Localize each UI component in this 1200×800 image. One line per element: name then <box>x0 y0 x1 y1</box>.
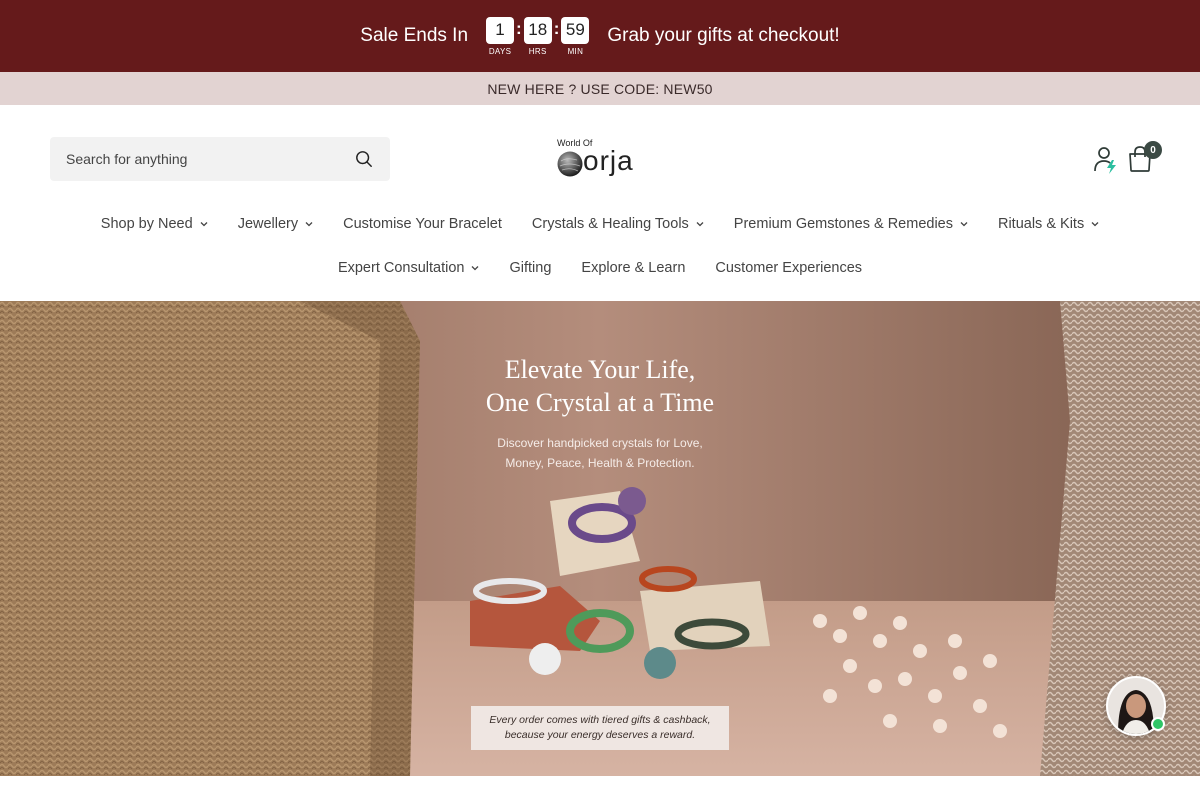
nav-label: Gifting <box>509 260 552 276</box>
nav-explore-learn[interactable]: Explore & Learn <box>581 260 685 276</box>
chevron-down-icon <box>960 220 968 228</box>
sale-countdown-bar: Sale Ends In 1 DAYS : 18 HRS : 59 MIN Gr… <box>0 0 1200 72</box>
sale-ends-label: Sale Ends In <box>360 25 469 46</box>
logo-orb-icon <box>557 151 583 177</box>
chevron-down-icon <box>696 220 704 228</box>
hero-reward-note: Every order comes with tiered gifts & ca… <box>471 706 729 750</box>
hero-note-line-1: Every order comes with tiered gifts & ca… <box>489 714 711 726</box>
sale-gift-message: Grab your gifts at checkout! <box>607 25 840 46</box>
chevron-down-icon <box>1091 220 1099 228</box>
timer-separator: : <box>553 18 560 38</box>
timer-hours-label: HRS <box>528 46 547 56</box>
nav-shop-by-need[interactable]: Shop by Need <box>101 216 208 232</box>
nav-label: Shop by Need <box>100 216 193 232</box>
online-status-indicator <box>1151 717 1165 731</box>
site-header: World Of orja 0 Shop by Need Jewellery <box>0 105 1200 301</box>
nav-customise-bracelet[interactable]: Customise Your Bracelet <box>343 216 502 232</box>
hero-title-line-2: One Crystal at a Time <box>485 388 715 417</box>
timer-days-value: 1 <box>486 16 515 44</box>
timer-minutes-value: 59 <box>561 16 590 44</box>
timer-minutes: 59 MIN <box>561 16 590 56</box>
page-bottom-area <box>0 776 1200 800</box>
nav-premium-gemstones[interactable]: Premium Gemstones & Remedies <box>734 216 968 232</box>
nav-expert-consultation[interactable]: Expert Consultation <box>338 260 480 276</box>
cart-count-badge: 0 <box>1144 141 1162 159</box>
chevron-down-icon <box>305 220 313 228</box>
nav-crystals-healing-tools[interactable]: Crystals & Healing Tools <box>532 216 704 232</box>
nav-label: Premium Gemstones & Remedies <box>733 216 953 232</box>
hero-subtitle-line-1: Discover handpicked crystals for Love, <box>497 436 703 450</box>
nav-jewellery[interactable]: Jewellery <box>238 216 313 232</box>
main-nav-row-1: Shop by Need Jewellery Customise Your Br… <box>0 216 1200 232</box>
nav-label: Rituals & Kits <box>997 216 1085 232</box>
countdown-timer: 1 DAYS : 18 HRS : 59 MIN <box>486 16 590 56</box>
search-icon[interactable] <box>354 149 374 169</box>
nav-label: Jewellery <box>237 216 299 232</box>
nav-rituals-kits[interactable]: Rituals & Kits <box>998 216 1099 232</box>
nav-gifting[interactable]: Gifting <box>509 260 551 276</box>
nav-label: Customer Experiences <box>715 260 863 276</box>
timer-hours: 18 HRS <box>523 16 552 56</box>
nav-label: Customise Your Bracelet <box>343 216 502 232</box>
nav-customer-experiences[interactable]: Customer Experiences <box>715 260 862 276</box>
site-logo[interactable]: World Of orja <box>555 138 647 184</box>
chevron-down-icon <box>471 264 479 272</box>
timer-days: 1 DAYS <box>486 16 515 56</box>
promo-code-bar: NEW HERE ? USE CODE: NEW50 <box>0 72 1200 105</box>
hero-note-line-2: because your energy deserves a reward. <box>504 729 696 741</box>
hero-subtitle: Discover handpicked crystals for Love, M… <box>450 433 750 473</box>
hero-title: Elevate Your Life, One Crystal at a Time <box>400 353 800 419</box>
account-icon[interactable] <box>1092 145 1120 175</box>
search-bar <box>50 137 390 181</box>
nav-label: Crystals & Healing Tools <box>531 216 689 232</box>
hero-title-line-1: Elevate Your Life, <box>504 355 696 384</box>
hero-subtitle-line-2: Money, Peace, Health & Protection. <box>505 456 695 470</box>
logo-wordmark: orja <box>583 145 634 176</box>
chevron-down-icon <box>200 220 208 228</box>
nav-label: Expert Consultation <box>337 260 465 276</box>
hero-banner[interactable]: Elevate Your Life, One Crystal at a Time… <box>0 301 1200 776</box>
timer-minutes-label: MIN <box>567 46 584 56</box>
timer-hours-value: 18 <box>523 16 552 44</box>
main-nav-row-2: Expert Consultation Gifting Explore & Le… <box>0 260 1200 276</box>
nav-label: Explore & Learn <box>581 260 686 276</box>
timer-days-label: DAYS <box>488 46 512 56</box>
timer-separator: : <box>516 18 522 38</box>
promo-code-text: NEW HERE ? USE CODE: NEW50 <box>487 80 713 97</box>
search-input[interactable] <box>66 151 354 167</box>
